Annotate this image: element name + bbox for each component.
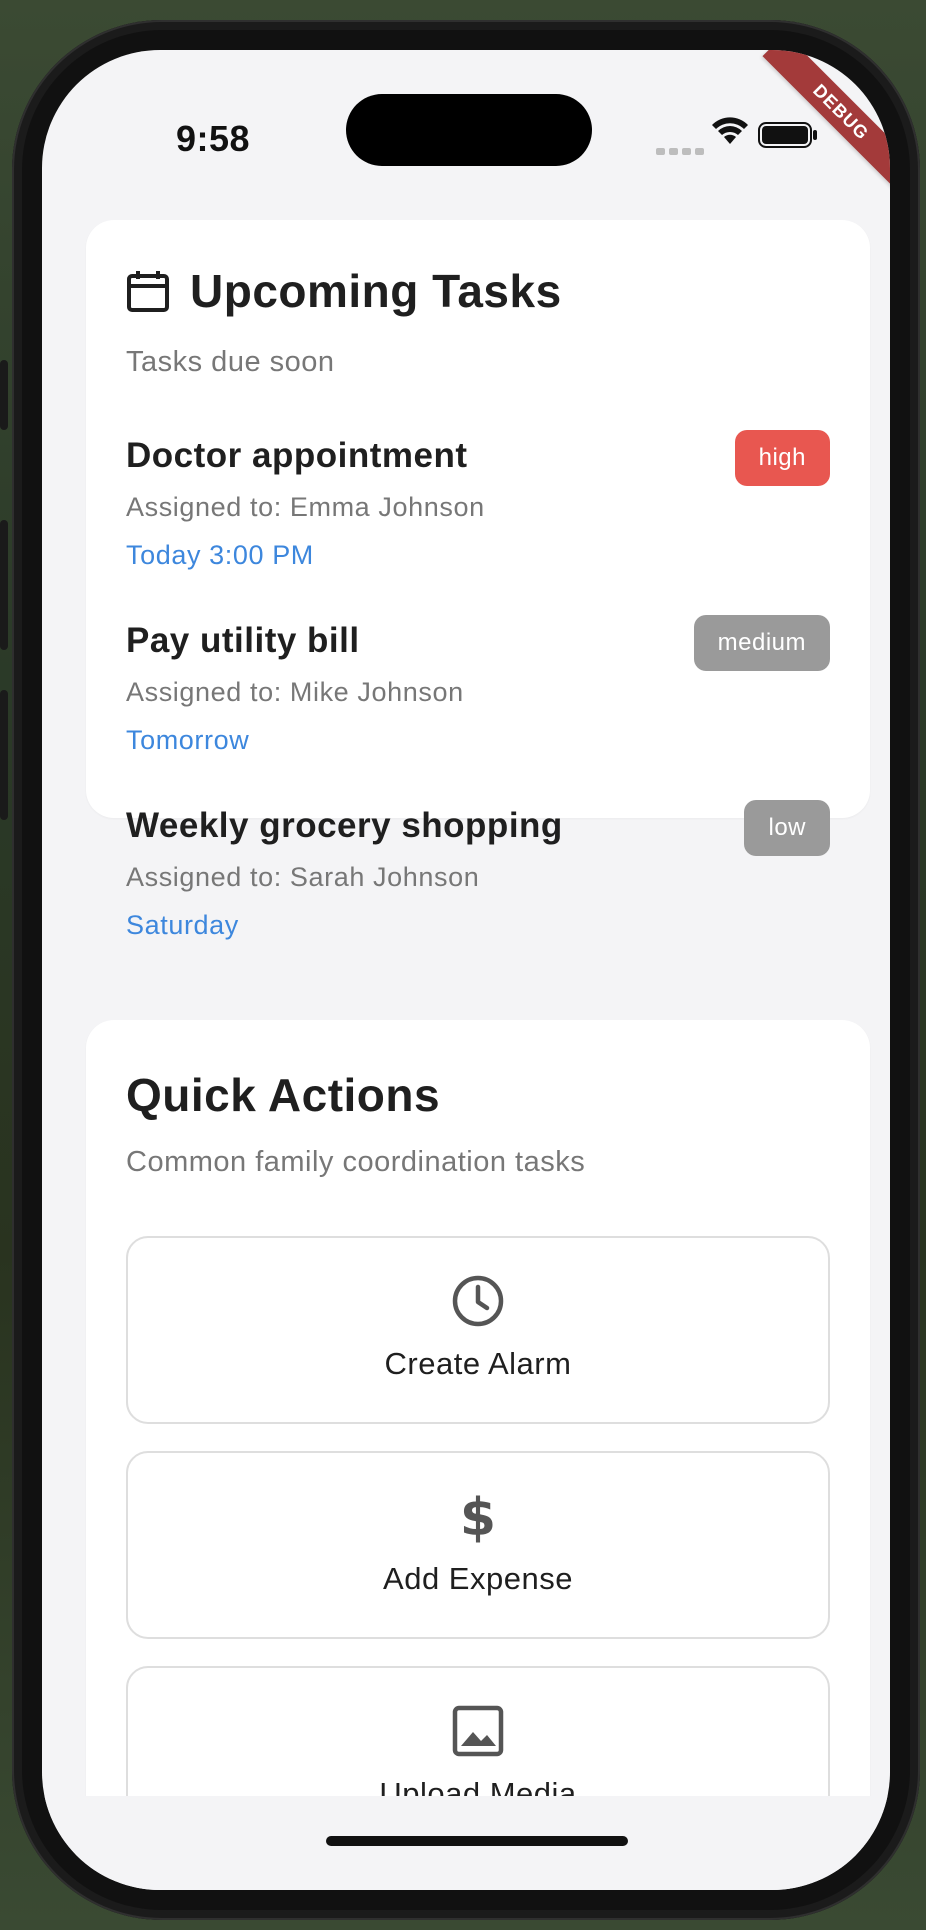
priority-badge: high [734, 430, 830, 486]
create-alarm-button[interactable]: Create Alarm [126, 1236, 830, 1424]
phone-side-button [0, 520, 8, 650]
add-expense-button[interactable]: $ Add Expense [126, 1451, 830, 1639]
calendar-icon [127, 271, 169, 312]
task-due-time: Saturday [126, 910, 239, 940]
image-icon [451, 1704, 505, 1758]
task-due-time: Tomorrow [126, 725, 250, 755]
task-assigned: Assigned to: Sarah Johnson [126, 862, 480, 892]
action-label: Add Expense [383, 1561, 573, 1596]
task-item[interactable]: Pay utility bill Assigned to: Mike Johns… [126, 615, 830, 771]
task-assigned: Assigned to: Emma Johnson [126, 492, 485, 522]
priority-badge: medium [693, 615, 830, 671]
clock-icon [451, 1274, 505, 1328]
app-screen: 9:58 DEBUG Upcoming Tasks Tasks due soon… [42, 50, 890, 1890]
quick-actions-title: Quick Actions [126, 1069, 441, 1121]
status-time: 9:58 [176, 118, 251, 159]
quick-actions-header: Quick Actions [126, 1068, 440, 1122]
upcoming-tasks-title: Upcoming Tasks [190, 265, 562, 317]
task-item[interactable]: Weekly grocery shopping Assigned to: Sar… [126, 800, 830, 956]
phone-side-button [0, 360, 8, 430]
task-assigned: Assigned to: Mike Johnson [126, 677, 464, 707]
upcoming-tasks-header: Upcoming Tasks [126, 264, 562, 318]
dynamic-island [346, 94, 592, 166]
upcoming-tasks-card: Upcoming Tasks Tasks due soon Doctor app… [86, 220, 870, 940]
debug-banner: DEBUG [762, 50, 890, 191]
task-title: Weekly grocery shopping [126, 806, 563, 845]
action-label: Create Alarm [384, 1346, 572, 1381]
quick-actions-card: Quick Actions Common family coordination… [86, 1020, 870, 1880]
task-title: Pay utility bill [126, 621, 360, 660]
upcoming-tasks-subtitle: Tasks due soon [126, 346, 335, 378]
quick-actions-subtitle: Common family coordination tasks [126, 1146, 586, 1178]
priority-badge: low [744, 800, 830, 856]
task-due-time: Today 3:00 PM [126, 540, 314, 570]
cellular-signal-icon [656, 148, 704, 155]
task-item[interactable]: Doctor appointment Assigned to: Emma Joh… [126, 430, 830, 586]
battery-icon [758, 122, 817, 148]
phone-frame: 9:58 DEBUG Upcoming Tasks Tasks due soon… [12, 20, 920, 1920]
wifi-icon [712, 117, 748, 144]
svg-text:$: $ [460, 1489, 496, 1543]
home-indicator[interactable] [326, 1836, 628, 1846]
dollar-icon: $ [451, 1489, 505, 1543]
task-title: Doctor appointment [126, 436, 468, 475]
phone-side-button [0, 690, 8, 820]
